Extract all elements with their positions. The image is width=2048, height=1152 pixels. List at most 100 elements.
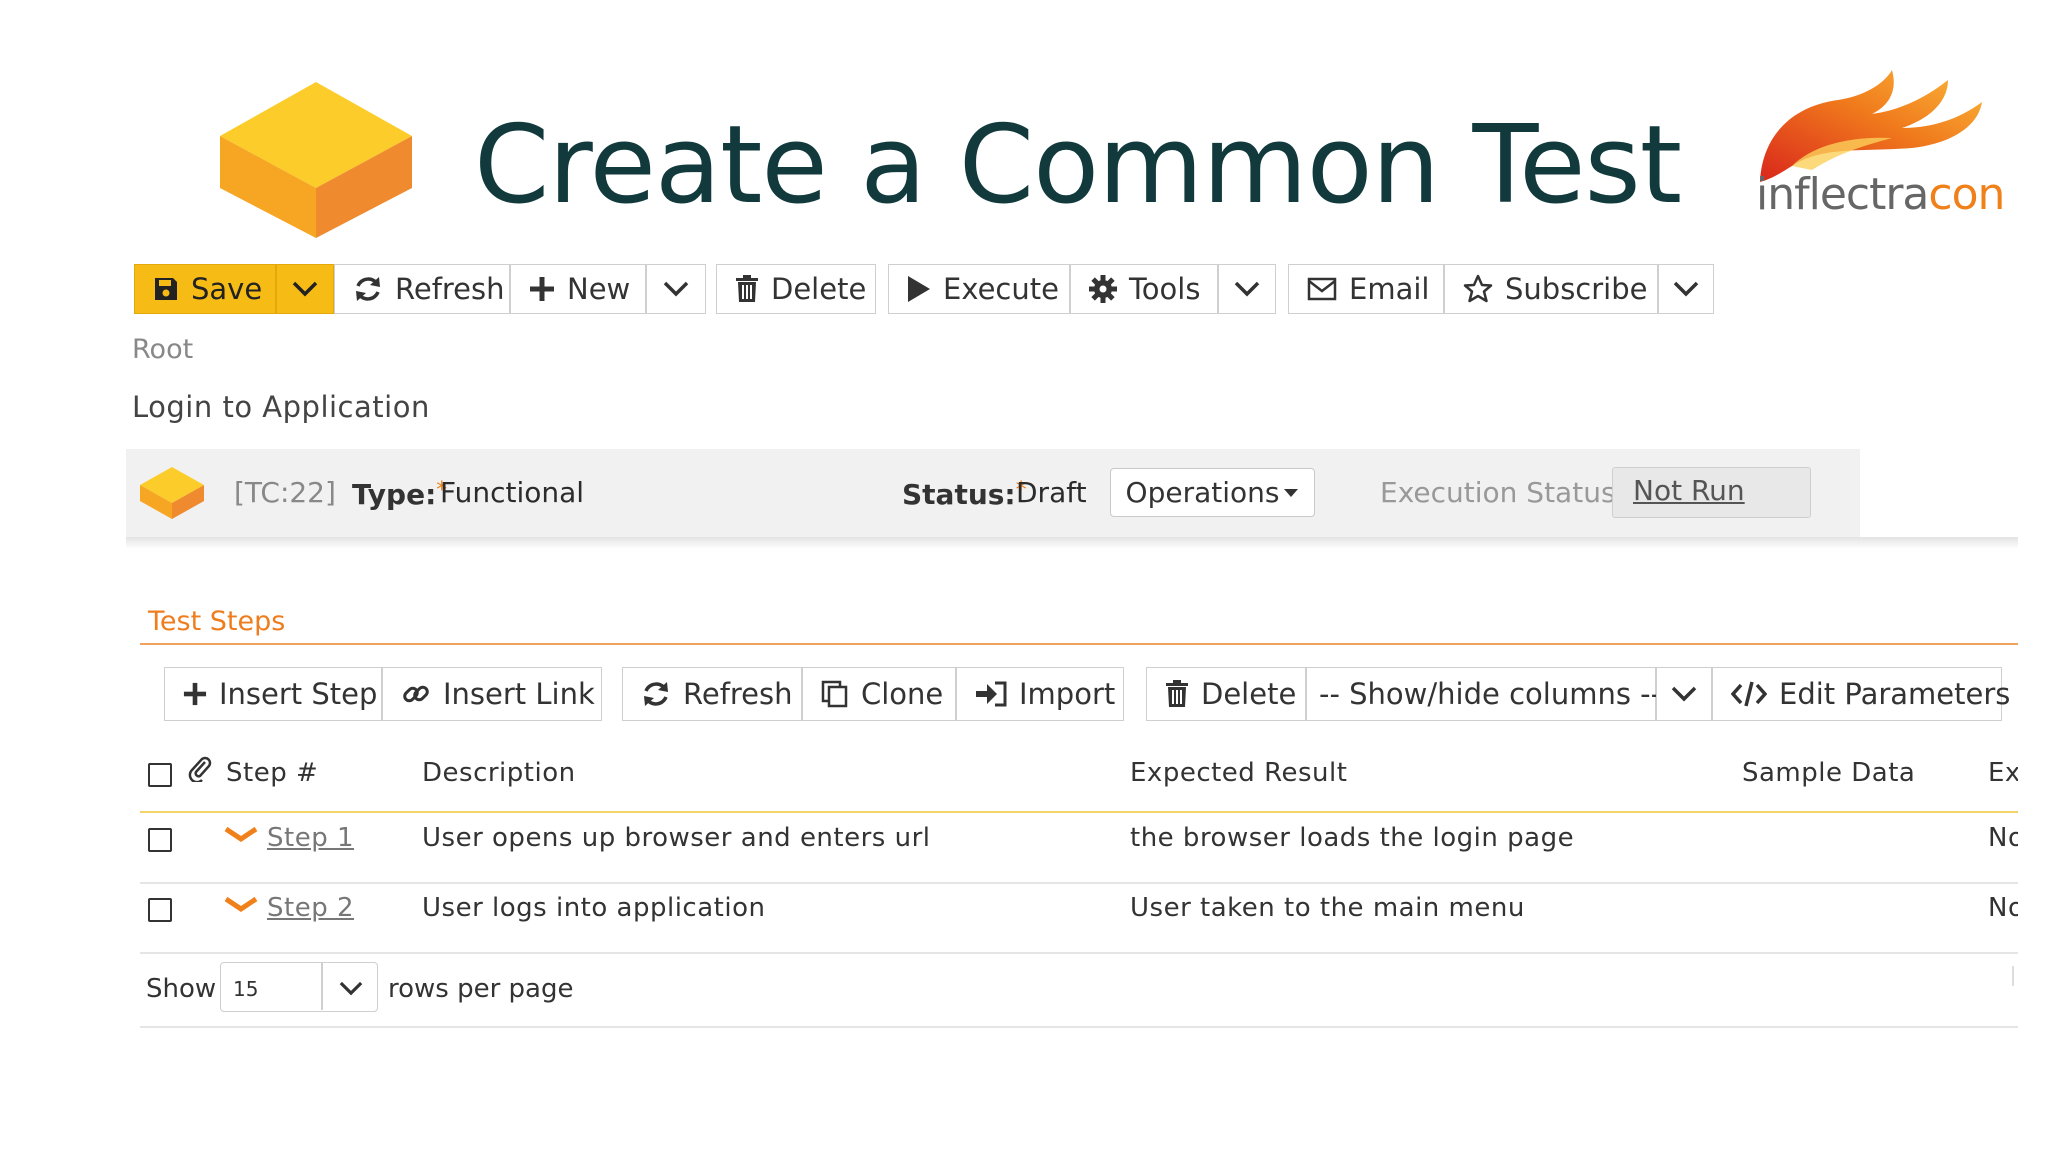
refresh-label: Refresh: [395, 272, 505, 306]
row-checkbox[interactable]: [148, 898, 172, 922]
rows-per-page-label: rows per page: [388, 974, 574, 1004]
tools-label: Tools: [1129, 272, 1201, 306]
tools-button[interactable]: Tools: [1070, 264, 1218, 314]
steps-delete-label: Delete: [1201, 677, 1297, 711]
email-label: Email: [1349, 272, 1430, 306]
execute-button[interactable]: Execute: [888, 264, 1070, 314]
row-divider: [140, 882, 2018, 884]
gear-icon: [1089, 275, 1117, 303]
edit-parameters-label: Edit Parameters: [1779, 677, 2011, 711]
show-hide-columns-dropdown[interactable]: [1656, 667, 1712, 721]
status-field: Status:*: [902, 478, 1027, 511]
rows-per-page-select[interactable]: 15: [220, 962, 378, 1012]
type-label: Type:: [352, 478, 437, 511]
tools-options-dropdown[interactable]: [1218, 264, 1276, 314]
execution-status-label: Execution Status:: [1380, 476, 1625, 509]
step-link-text: Step 1: [267, 823, 355, 853]
code-icon: [1731, 681, 1767, 707]
plus-icon: [183, 682, 207, 706]
new-button[interactable]: New: [510, 264, 646, 314]
step-link-text: Step 2: [267, 893, 355, 923]
step-execution-value: No: [1988, 823, 2018, 853]
chevron-down-icon: [663, 281, 689, 297]
breadcrumb-root-link[interactable]: Root: [132, 334, 193, 365]
step-chevron-icon: [224, 896, 258, 913]
execution-status-link[interactable]: Not Run: [1612, 467, 1811, 518]
step-description: User logs into application: [422, 893, 766, 923]
status-value[interactable]: Draft: [1016, 476, 1087, 509]
test-case-name: Login to Application: [132, 390, 430, 424]
status-label: Status:: [902, 478, 1016, 511]
step-link[interactable]: Step 2: [267, 893, 354, 923]
subscribe-button[interactable]: Subscribe: [1444, 264, 1658, 314]
steps-refresh-label: Refresh: [683, 677, 793, 711]
table-footer-divider: [140, 1026, 2018, 1028]
step-link[interactable]: Step 1: [267, 823, 354, 853]
import-label: Import: [1019, 677, 1116, 711]
trash-icon: [1166, 680, 1188, 707]
clone-button[interactable]: Clone: [802, 667, 956, 721]
execute-label: Execute: [943, 272, 1059, 306]
show-hide-columns-select[interactable]: -- Show/hide columns --: [1306, 667, 1661, 721]
step-expected-result: User taken to the main menu: [1130, 893, 1525, 923]
save-options-dropdown[interactable]: [276, 264, 334, 314]
link-icon: [403, 685, 429, 703]
new-options-dropdown[interactable]: [646, 264, 706, 314]
insert-link-button[interactable]: Insert Link: [382, 667, 602, 721]
refresh-icon: [356, 277, 380, 301]
import-button[interactable]: Import: [956, 667, 1124, 721]
inflectracon-logo: inflectracon: [1752, 66, 2005, 226]
play-icon: [908, 276, 930, 302]
import-icon: [976, 681, 1007, 707]
insert-step-button[interactable]: Insert Step: [164, 667, 382, 721]
star-icon: [1463, 274, 1493, 303]
logo-text-main: inflectra: [1756, 169, 1929, 220]
test-case-cube-icon: [140, 467, 204, 519]
pagination-show-label: Show: [146, 974, 217, 1004]
column-header-step[interactable]: Step #: [226, 758, 318, 788]
test-steps-heading: Test Steps: [148, 606, 286, 637]
column-header-sample-data[interactable]: Sample Data: [1742, 758, 1915, 788]
logo-text-accent: con: [1928, 169, 2005, 220]
steps-refresh-button[interactable]: Refresh: [622, 667, 802, 721]
chevron-down-icon: [1673, 281, 1699, 297]
delete-button[interactable]: Delete: [716, 264, 876, 314]
row-checkbox[interactable]: [148, 828, 172, 852]
chevron-down-icon: [1234, 281, 1260, 297]
chevron-down-icon: [1671, 686, 1697, 702]
pagination-edge: [2012, 966, 2014, 986]
type-value[interactable]: Functional: [440, 476, 584, 509]
step-description: User opens up browser and enters url: [422, 823, 931, 853]
section-divider: [140, 643, 2018, 645]
page-title: Create a Common Test: [474, 103, 1682, 228]
refresh-button[interactable]: Refresh: [334, 264, 510, 314]
save-button[interactable]: Save: [134, 264, 276, 314]
column-header-description[interactable]: Description: [422, 758, 576, 788]
delete-label: Delete: [771, 272, 867, 306]
insert-step-label: Insert Step: [219, 677, 378, 711]
operations-dropdown[interactable]: Operations: [1110, 468, 1315, 517]
select-all-checkbox[interactable]: [148, 763, 172, 787]
column-header-expected-result[interactable]: Expected Result: [1130, 758, 1347, 788]
floppy-disk-icon: [155, 278, 177, 300]
row-divider: [140, 952, 2018, 954]
step-chevron-icon: [224, 826, 258, 843]
subscribe-options-dropdown[interactable]: [1658, 264, 1714, 314]
subscribe-label: Subscribe: [1505, 272, 1648, 306]
rows-per-page-value: 15: [233, 977, 259, 1001]
refresh-icon: [644, 682, 668, 706]
table-header-divider: [140, 811, 2018, 813]
select-divider: [321, 963, 323, 1010]
steps-delete-button[interactable]: Delete: [1146, 667, 1306, 721]
info-bar-shadow: [126, 537, 2018, 549]
insert-link-label: Insert Link: [443, 677, 595, 711]
new-label: New: [567, 272, 631, 306]
edit-parameters-button[interactable]: Edit Parameters: [1712, 667, 2010, 721]
email-button[interactable]: Email: [1288, 264, 1444, 314]
test-case-id: [TC:22]: [234, 476, 336, 509]
step-execution-value: No: [1988, 893, 2018, 923]
copy-icon: [821, 680, 848, 708]
chevron-down-icon: [339, 981, 363, 996]
column-header-execution[interactable]: Ex: [1988, 758, 2018, 788]
flame-icon: [1760, 70, 1982, 182]
